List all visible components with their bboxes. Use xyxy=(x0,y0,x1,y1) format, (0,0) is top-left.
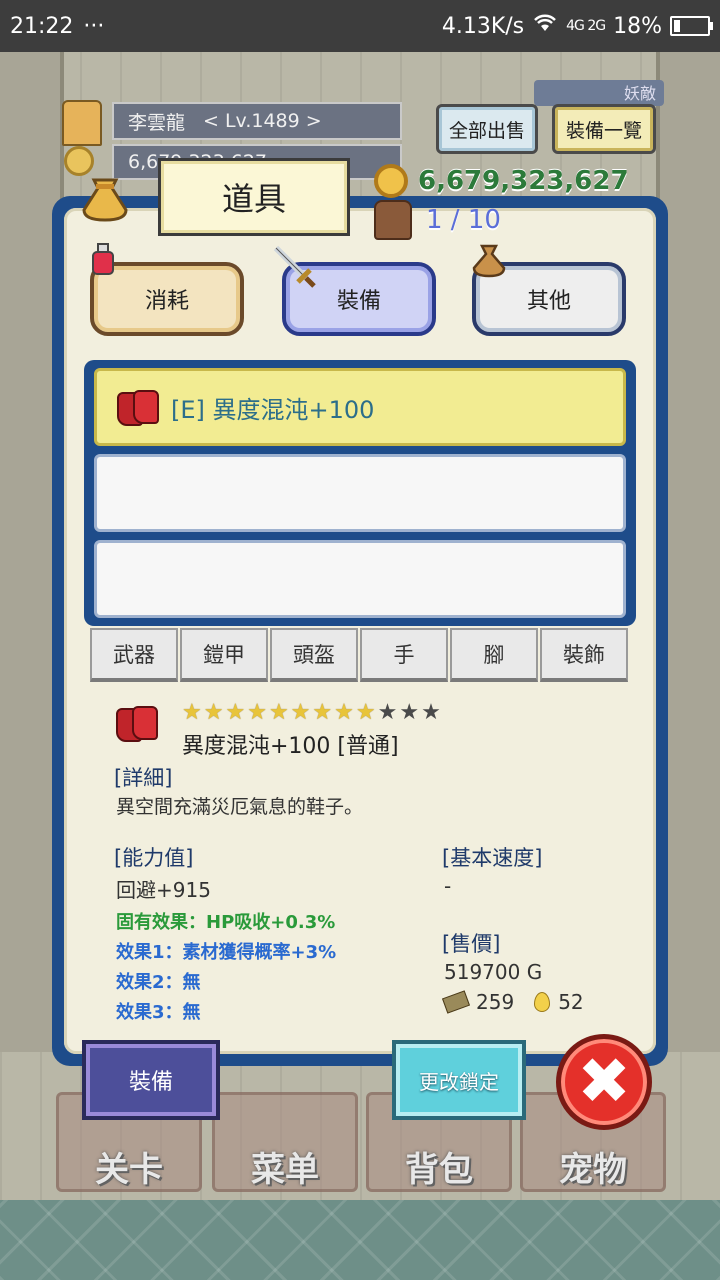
star-filled-icon: ★ xyxy=(203,700,224,725)
player-avatar xyxy=(62,100,102,146)
backpack-icon xyxy=(374,200,412,240)
battery-percent: 18% xyxy=(613,13,662,39)
capacity-count: 1 / 10 xyxy=(426,205,501,235)
speed-label: [基本速度] xyxy=(442,846,543,870)
tab-consumables-label: 消耗 xyxy=(144,289,189,314)
effect-2: 效果2：無 xyxy=(116,972,201,993)
star-empty-icon: ★ xyxy=(377,700,398,725)
star-filled-icon: ★ xyxy=(225,700,246,725)
star-filled-icon: ★ xyxy=(268,700,289,725)
stats-label: [能力值] xyxy=(114,846,194,870)
player-name-bar: 李雲龍 < Lv.1489 > xyxy=(112,102,402,140)
detail-item-name: 異度混沌+100 [普通] xyxy=(182,734,399,759)
star-empty-icon: ★ xyxy=(399,700,420,725)
detail-boots-icon xyxy=(116,706,164,750)
star-filled-icon: ★ xyxy=(182,700,202,725)
slot-tabs: 武器 鎧甲 頭盔 手 腳 裝飾 xyxy=(90,628,630,682)
slot-tab-hand[interactable]: 手 xyxy=(360,628,448,682)
player-level: < Lv.1489 > xyxy=(203,110,322,132)
slot-tab-accessory[interactable]: 裝飾 xyxy=(540,628,628,682)
stat-evasion: 回避+915 xyxy=(116,878,211,902)
material-count: 259 xyxy=(476,990,515,1014)
tab-equipment-label: 裝備 xyxy=(336,289,381,314)
nav-bag-label: 背包 xyxy=(405,1150,473,1190)
status-bar: 21:22 ··· 4.13K/s 4G 2G 18% xyxy=(0,0,720,52)
list-item-label: [E] 異度混沌+100 xyxy=(171,395,375,424)
sack-icon xyxy=(472,244,506,278)
star-empty-icon: ★ xyxy=(421,700,441,725)
capacity-display: 1 / 10 xyxy=(374,200,501,240)
nav-menu-label: 菜单 xyxy=(251,1150,319,1190)
tab-other-label: 其他 xyxy=(526,289,571,314)
gold-amount: 6,679,323,627 xyxy=(418,166,629,196)
slot-tab-armor[interactable]: 鎧甲 xyxy=(180,628,268,682)
list-item-empty[interactable] xyxy=(94,540,626,618)
floor-tiles xyxy=(0,1200,720,1280)
enemy-tag: 妖敵 xyxy=(534,80,664,106)
bag-icon xyxy=(82,178,128,222)
status-time: 21:22 xyxy=(10,13,74,39)
price-value: 519700 G xyxy=(444,960,543,984)
star-filled-icon: ★ xyxy=(334,700,354,725)
essence-icon xyxy=(534,992,551,1012)
potion-icon xyxy=(92,243,114,275)
nav-stage-label: 关卡 xyxy=(95,1150,163,1190)
status-dots: ··· xyxy=(83,13,105,39)
gold-display: 6,679,323,627 xyxy=(374,164,629,198)
slot-tab-foot[interactable]: 腳 xyxy=(450,628,538,682)
star-filled-icon: ★ xyxy=(312,700,333,725)
equip-button[interactable]: 裝備 xyxy=(82,1040,220,1120)
change-lock-button[interactable]: 更改鎖定 xyxy=(392,1040,526,1120)
list-item-selected[interactable]: [E] 異度混沌+100 xyxy=(94,368,626,446)
effect-3: 效果3：無 xyxy=(116,1002,201,1023)
price-label: [售價] xyxy=(442,932,501,956)
slot-tab-helmet[interactable]: 頭盔 xyxy=(270,628,358,682)
speed-value: - xyxy=(444,874,452,898)
inherent-effect: 固有效果：HP吸收+0.3% xyxy=(116,912,336,933)
item-description: 異空間充滿災厄氣息的鞋子。 xyxy=(116,796,364,818)
gold-coin-icon xyxy=(374,164,408,198)
network-speed: 4.13K/s xyxy=(441,13,525,39)
star-filled-icon: ★ xyxy=(355,700,376,725)
wifi-icon xyxy=(532,13,558,39)
rarity-stars: ★ ★ ★ ★ ★ ★ ★ ★ ★ ★ ★ ★ xyxy=(182,700,441,726)
list-item-empty[interactable] xyxy=(94,454,626,532)
sell-resources: 259 52 xyxy=(441,990,584,1014)
equipment-list-button[interactable]: 裝備一覽 xyxy=(552,104,656,154)
material-icon xyxy=(441,990,471,1014)
signal-icon: 4G 2G xyxy=(566,18,606,34)
sell-all-button[interactable]: 全部出售 xyxy=(436,104,538,154)
close-button[interactable]: ✖ xyxy=(556,1034,652,1130)
effect-1: 效果1：素材獲得概率+3% xyxy=(116,942,337,963)
detail-label: [詳細] xyxy=(114,766,173,790)
slot-tab-weapon[interactable]: 武器 xyxy=(90,628,178,682)
panel-title: 道具 xyxy=(158,158,350,236)
boots-icon xyxy=(117,390,159,426)
nav-pet-label: 宠物 xyxy=(559,1150,627,1190)
essence-count: 52 xyxy=(558,990,584,1014)
player-name: 李雲龍 xyxy=(128,111,186,134)
star-filled-icon: ★ xyxy=(290,700,311,725)
star-filled-icon: ★ xyxy=(247,700,267,725)
close-icon: ✖ xyxy=(577,1045,631,1119)
sword-icon xyxy=(273,245,316,288)
battery-icon xyxy=(670,16,713,36)
